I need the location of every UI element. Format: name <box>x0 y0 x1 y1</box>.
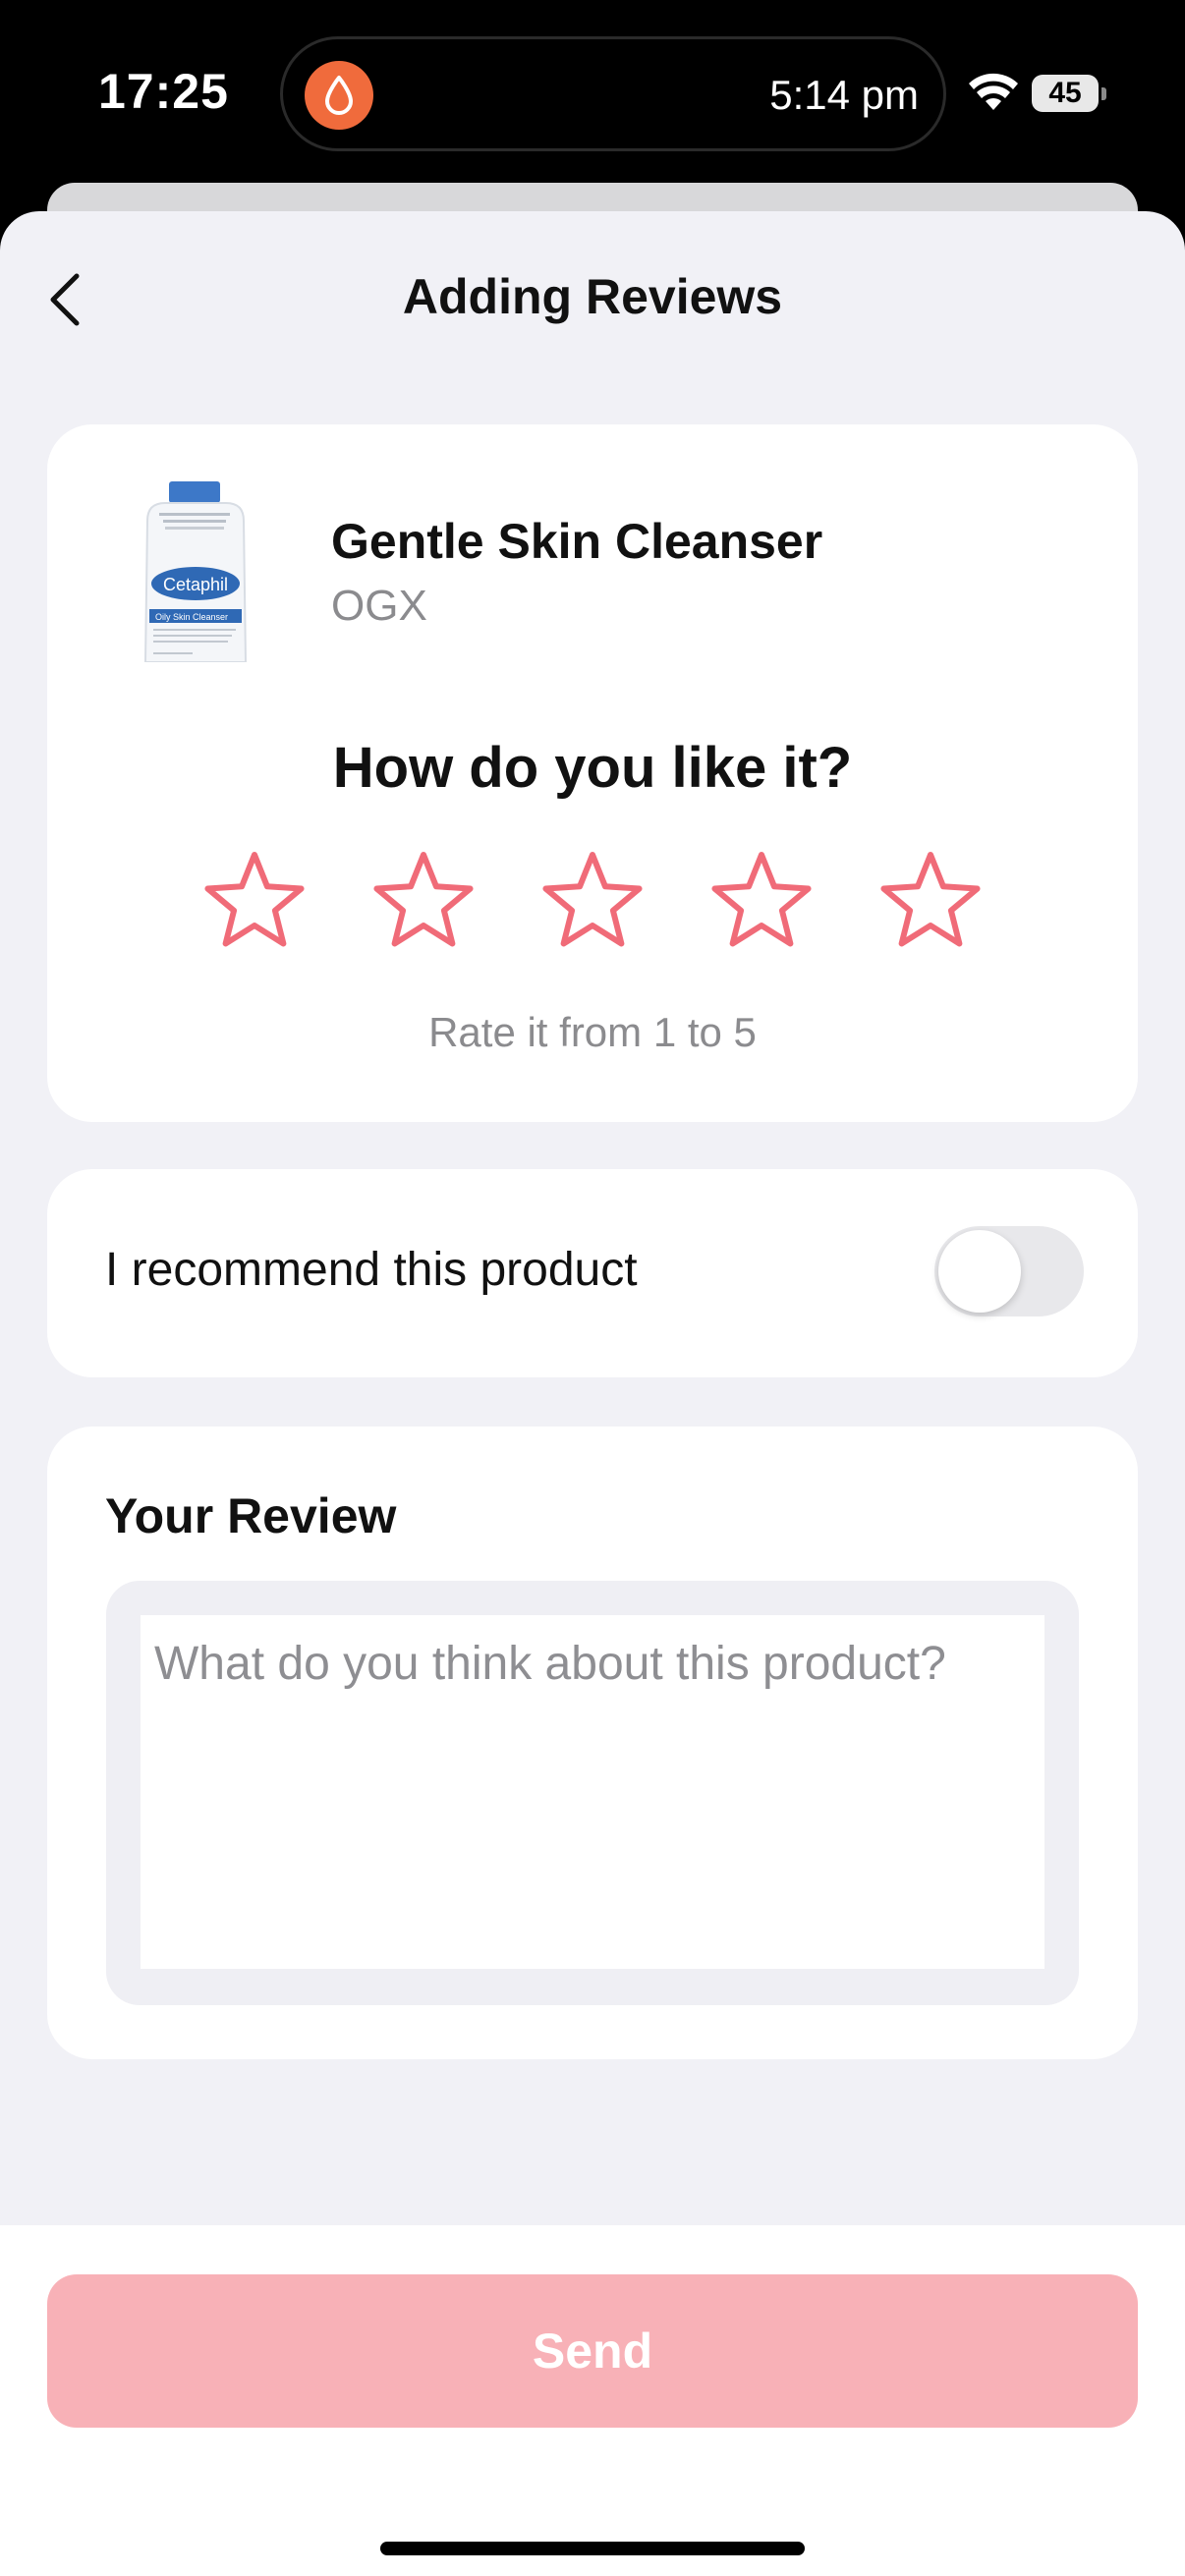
home-indicator <box>380 2542 805 2555</box>
status-time: 17:25 <box>98 64 229 119</box>
recommend-card: I recommend this product <box>47 1169 1138 1377</box>
status-bar: 17:25 5:14 pm 45 <box>0 0 1185 187</box>
rating-hint: Rate it from 1 to 5 <box>428 1009 757 1055</box>
review-textarea[interactable] <box>141 1615 1044 1969</box>
recommend-toggle[interactable] <box>934 1226 1084 1316</box>
star-icon-5[interactable] <box>875 847 986 955</box>
star-icon-1[interactable] <box>199 847 310 955</box>
review-input-container <box>106 1581 1079 2005</box>
product-image-line: Oily Skin Cleanser <box>155 612 228 622</box>
star-icon-3[interactable] <box>537 847 648 955</box>
water-drop-icon <box>305 61 373 130</box>
send-button[interactable]: Send <box>47 2274 1138 2428</box>
battery-icon: 45 <box>1032 75 1106 114</box>
review-heading: Your Review <box>105 1488 397 1543</box>
review-sheet: Adding Reviews Cetaphil Oily Skin Cleans… <box>0 211 1185 2576</box>
product-name: Gentle Skin Cleanser <box>331 514 823 569</box>
product-brand: OGX <box>331 582 427 630</box>
island-time: 5:14 pm <box>769 72 919 118</box>
star-rating <box>47 847 1138 965</box>
star-icon-4[interactable] <box>706 847 817 955</box>
battery-level: 45 <box>1048 77 1082 109</box>
review-card: Your Review <box>47 1427 1138 2059</box>
bottom-bar: Send <box>0 2225 1185 2576</box>
page-title: Adding Reviews <box>402 269 783 324</box>
toggle-knob <box>938 1230 1021 1313</box>
screen: 17:25 5:14 pm 45 Adding Reviews Cetaphil… <box>0 0 1185 2576</box>
recommend-label: I recommend this product <box>105 1244 638 1296</box>
dynamic-island[interactable]: 5:14 pm <box>280 36 946 151</box>
star-icon-2[interactable] <box>368 847 479 955</box>
product-image-brand: Cetaphil <box>163 575 228 594</box>
rating-question: How do you like it? <box>332 736 853 800</box>
wifi-icon <box>969 73 1018 110</box>
product-card: Cetaphil Oily Skin Cleanser Gentle Skin … <box>47 424 1138 1122</box>
product-image: Cetaphil Oily Skin Cleanser <box>143 481 248 662</box>
